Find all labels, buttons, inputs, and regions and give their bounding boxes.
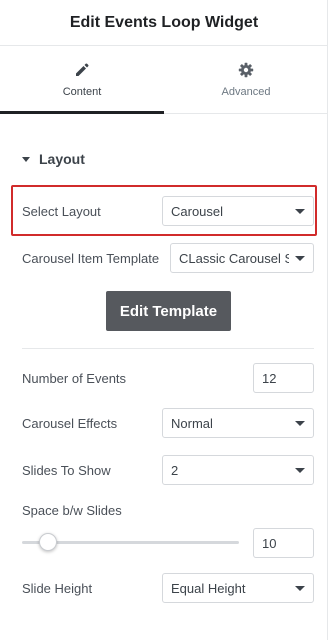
chevron-down-icon [295, 467, 305, 473]
carousel-item-template-value: CLassic Carousel S [179, 250, 289, 266]
slide-height-value: Equal Height [171, 580, 246, 596]
section-layout-toggle[interactable]: Layout [22, 150, 85, 168]
section-divider [22, 348, 314, 349]
slide-height-dropdown[interactable]: Equal Height [162, 573, 314, 603]
edit-template-button[interactable]: Edit Template [106, 291, 231, 331]
space-between-slides-input[interactable] [253, 528, 314, 558]
slides-to-show-dropdown[interactable]: 2 [162, 455, 314, 485]
slide-height-label: Slide Height [22, 580, 93, 596]
section-layout-title: Layout [39, 151, 85, 167]
chevron-down-icon [295, 420, 305, 426]
carousel-item-template-label: Carousel Item Template [22, 250, 160, 266]
carousel-effects-dropdown[interactable]: Normal [162, 408, 314, 438]
number-of-events-input[interactable] [253, 363, 314, 393]
slide-height-row: Slide Height Equal Height [22, 573, 314, 603]
tab-advanced-label: Advanced [221, 85, 271, 98]
number-of-events-label: Number of Events [22, 370, 127, 386]
chevron-down-icon [295, 255, 305, 261]
select-layout-label: Select Layout [22, 203, 101, 219]
select-layout-dropdown[interactable]: Carousel [162, 196, 314, 226]
chevron-down-icon [295, 585, 305, 591]
gear-icon [238, 62, 254, 77]
carousel-effects-value: Normal [171, 415, 213, 431]
panel-title: Edit Events Loop Widget [69, 13, 259, 31]
select-layout-value: Carousel [171, 203, 224, 219]
space-between-slides-row: Space b/w Slides [22, 502, 314, 518]
panel-header: Edit Events Loop Widget [0, 0, 328, 46]
chevron-down-icon [295, 208, 305, 214]
tab-content[interactable]: Content [0, 46, 164, 114]
space-between-slides-label: Space b/w Slides [22, 502, 122, 518]
caret-down-icon [22, 156, 30, 162]
select-layout-row: Select Layout Carousel [22, 196, 314, 226]
carousel-effects-label: Carousel Effects [22, 415, 118, 431]
slides-to-show-label: Slides To Show [22, 462, 111, 478]
carousel-item-template-dropdown[interactable]: CLassic Carousel S [170, 243, 314, 273]
carousel-item-template-row: Carousel Item Template CLassic Carousel … [22, 243, 314, 273]
number-of-events-row: Number of Events [22, 363, 314, 393]
tab-content-label: Content [62, 85, 102, 98]
slides-to-show-row: Slides To Show 2 [22, 455, 314, 485]
slides-to-show-value: 2 [171, 462, 179, 478]
space-between-slides-handle[interactable] [38, 533, 57, 551]
panel-tabs: Content Advanced [0, 46, 328, 114]
pencil-icon [76, 63, 89, 76]
carousel-effects-row: Carousel Effects Normal [22, 408, 314, 438]
tab-advanced[interactable]: Advanced [164, 46, 328, 113]
